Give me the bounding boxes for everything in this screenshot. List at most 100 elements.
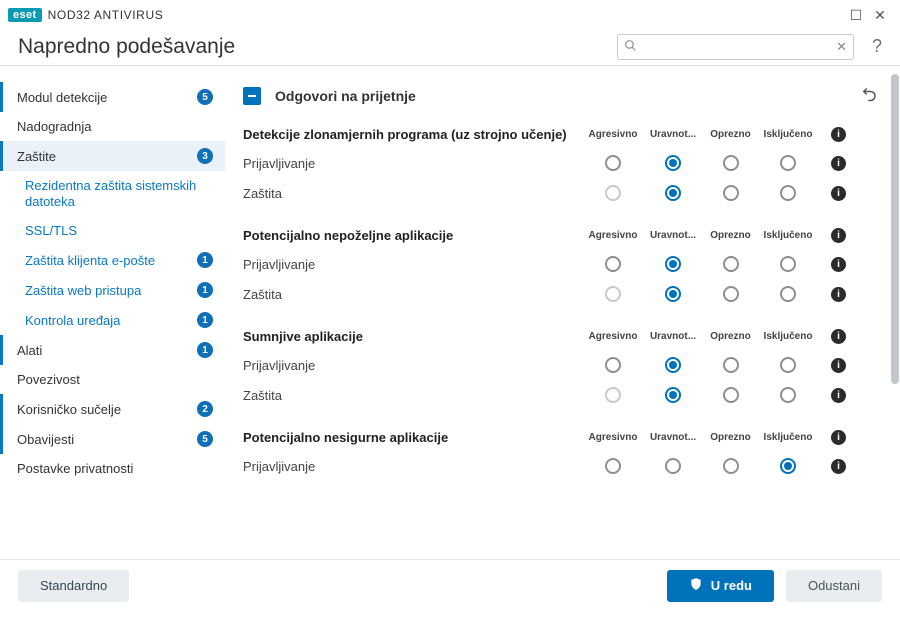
radio-option[interactable] xyxy=(665,185,681,201)
default-button[interactable]: Standardno xyxy=(18,570,129,602)
info-icon[interactable]: i xyxy=(831,329,846,344)
sidebar-item-notif[interactable]: Obavijesti5 xyxy=(0,424,225,454)
column-header: Isključeno xyxy=(758,230,818,241)
radio-option[interactable] xyxy=(605,357,621,373)
sidebar-item-label: Zaštita klijenta e-pošte xyxy=(25,253,189,268)
panel-title: Odgovori na prijetnje xyxy=(275,88,846,104)
radio-option[interactable] xyxy=(780,286,796,302)
option-name: Zaštita xyxy=(243,388,583,403)
sidebar-item-connectivity[interactable]: Povezivost xyxy=(0,365,225,394)
revert-button[interactable] xyxy=(860,84,882,107)
ok-button[interactable]: U redu xyxy=(667,570,774,602)
radio-option[interactable] xyxy=(780,256,796,272)
radio-cell xyxy=(583,458,643,474)
sidebar-item-label: Korisničko sučelje xyxy=(17,402,189,417)
option-name: Prijavljivanje xyxy=(243,459,583,474)
radio-cell xyxy=(583,155,643,171)
radio-option[interactable] xyxy=(665,387,681,403)
info-icon[interactable]: i xyxy=(831,388,846,403)
radio-option[interactable] xyxy=(605,256,621,272)
radio-option[interactable] xyxy=(780,155,796,171)
scrollbar-thumb[interactable] xyxy=(891,74,899,384)
info-icon[interactable]: i xyxy=(831,228,846,243)
radio-option[interactable] xyxy=(723,155,739,171)
radio-cell xyxy=(643,387,703,403)
radio-option[interactable] xyxy=(780,458,796,474)
sidebar-item-detection[interactable]: Modul detekcije5 xyxy=(0,82,225,112)
radio-option[interactable] xyxy=(723,357,739,373)
footer: Standardno U redu Odustani xyxy=(0,559,900,611)
radio-cell xyxy=(758,357,818,373)
badge: 5 xyxy=(197,89,213,105)
radio-option xyxy=(605,286,621,302)
option-row: Prijavljivanjei xyxy=(243,249,882,279)
sidebar-item-sub-devctl[interactable]: Kontrola uređaja1 xyxy=(0,305,225,335)
radio-cell xyxy=(758,286,818,302)
maximize-button[interactable]: ☐ xyxy=(844,3,868,27)
info-icon[interactable]: i xyxy=(831,358,846,373)
sidebar-item-tools[interactable]: Alati1 xyxy=(0,335,225,365)
radio-option[interactable] xyxy=(723,256,739,272)
ok-label: U redu xyxy=(711,578,752,593)
radio-option[interactable] xyxy=(665,458,681,474)
sidebar-item-upgrade[interactable]: Nadogradnja xyxy=(0,112,225,141)
sidebar-item-label: Alati xyxy=(17,343,189,358)
sidebar-item-sub-rts[interactable]: Rezidentna zaštita sistemskih datoteka xyxy=(0,171,225,216)
radio-option[interactable] xyxy=(605,155,621,171)
radio-cell xyxy=(758,185,818,201)
column-header: Agresivno xyxy=(583,129,643,140)
sidebar-item-ui[interactable]: Korisničko sučelje2 xyxy=(0,394,225,424)
radio-cell xyxy=(583,185,643,201)
sidebar-item-protections[interactable]: Zaštite 3 xyxy=(0,141,225,171)
radio-cell xyxy=(703,286,758,302)
shield-icon xyxy=(689,577,703,594)
brand: eset NOD32 ANTIVIRUS xyxy=(8,8,163,22)
sidebar-item-privacy[interactable]: Postavke privatnosti xyxy=(0,454,225,483)
info-icon[interactable]: i xyxy=(831,257,846,272)
sidebar-item-sub-email[interactable]: Zaštita klijenta e-pošte1 xyxy=(0,245,225,275)
radio-option[interactable] xyxy=(723,387,739,403)
badge: 3 xyxy=(197,148,213,164)
radio-option[interactable] xyxy=(665,357,681,373)
help-button[interactable]: ? xyxy=(866,36,888,57)
radio-option[interactable] xyxy=(605,458,621,474)
info-icon[interactable]: i xyxy=(831,287,846,302)
sidebar-item-label: Zaštite xyxy=(17,149,189,164)
option-name: Zaštita xyxy=(243,287,583,302)
column-header: Agresivno xyxy=(583,331,643,342)
radio-option[interactable] xyxy=(665,256,681,272)
close-button[interactable]: ✕ xyxy=(868,3,892,27)
option-row: Prijavljivanje i xyxy=(243,451,882,481)
badge: 1 xyxy=(197,282,213,298)
product-name: NOD32 ANTIVIRUS xyxy=(48,8,164,22)
radio-option[interactable] xyxy=(665,155,681,171)
category-header: Potencijalno nesigurne aplikacijeAgresiv… xyxy=(243,424,882,451)
scrollbar[interactable] xyxy=(890,66,900,559)
search-input[interactable] xyxy=(643,39,830,54)
sidebar-item-label: Kontrola uređaja xyxy=(25,313,189,328)
radio-option[interactable] xyxy=(780,185,796,201)
radio-option[interactable] xyxy=(723,185,739,201)
info-icon[interactable]: i xyxy=(831,459,846,474)
info-icon[interactable]: i xyxy=(831,156,846,171)
radio-option[interactable] xyxy=(780,357,796,373)
info-icon[interactable]: i xyxy=(831,430,846,445)
search-box[interactable]: ✕ xyxy=(617,34,854,60)
info-icon[interactable]: i xyxy=(831,127,846,142)
radio-cell xyxy=(643,286,703,302)
collapse-button[interactable] xyxy=(243,87,261,105)
cancel-button[interactable]: Odustani xyxy=(786,570,882,602)
radio-option[interactable] xyxy=(780,387,796,403)
clear-search-icon[interactable]: ✕ xyxy=(836,39,847,55)
sidebar-item-sub-web[interactable]: Zaštita web pristupa1 xyxy=(0,275,225,305)
column-header: Isključeno xyxy=(758,331,818,342)
radio-option[interactable] xyxy=(723,458,739,474)
radio-option[interactable] xyxy=(665,286,681,302)
radio-option[interactable] xyxy=(723,286,739,302)
category-name: Sumnjive aplikacije xyxy=(243,329,583,344)
category-name: Detekcije zlonamjernih programa (uz stro… xyxy=(243,127,583,142)
info-icon[interactable]: i xyxy=(831,186,846,201)
radio-cell xyxy=(583,357,643,373)
option-name: Zaštita xyxy=(243,186,583,201)
sidebar-item-sub-ssl[interactable]: SSL/TLS xyxy=(0,216,225,245)
